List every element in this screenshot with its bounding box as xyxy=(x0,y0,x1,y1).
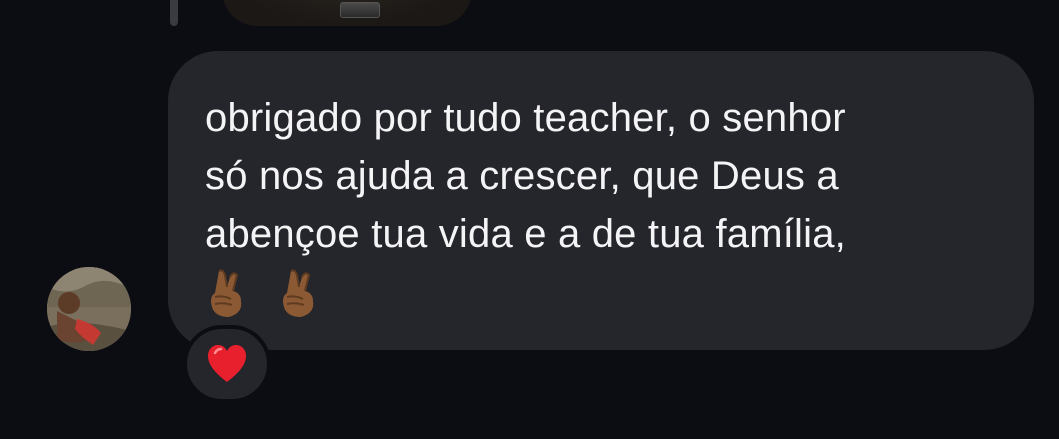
message-line: só nos ajuda a crescer, que Deus a xyxy=(205,154,839,198)
message-text: obrigado por tudo teacher, o senhor só n… xyxy=(205,89,994,263)
emoji-row xyxy=(205,265,994,321)
message-line: abençoe tua vida e a de tua família, xyxy=(205,212,846,256)
media-detail xyxy=(340,2,380,18)
message-line: obrigado por tudo teacher, o senhor xyxy=(205,96,846,140)
crossed-fingers-emoji xyxy=(283,269,314,317)
crossed-fingers-emoji xyxy=(211,269,242,317)
message-bubble[interactable]: obrigado por tudo teacher, o senhor só n… xyxy=(168,51,1034,350)
avatar-photo xyxy=(47,267,131,351)
previous-media-message[interactable] xyxy=(222,0,472,26)
red-heart-icon xyxy=(208,345,246,382)
thread-line xyxy=(170,0,178,26)
reaction-badge[interactable] xyxy=(183,325,271,403)
sender-avatar[interactable] xyxy=(47,267,131,351)
chat-thread: obrigado por tudo teacher, o senhor só n… xyxy=(0,0,1059,439)
